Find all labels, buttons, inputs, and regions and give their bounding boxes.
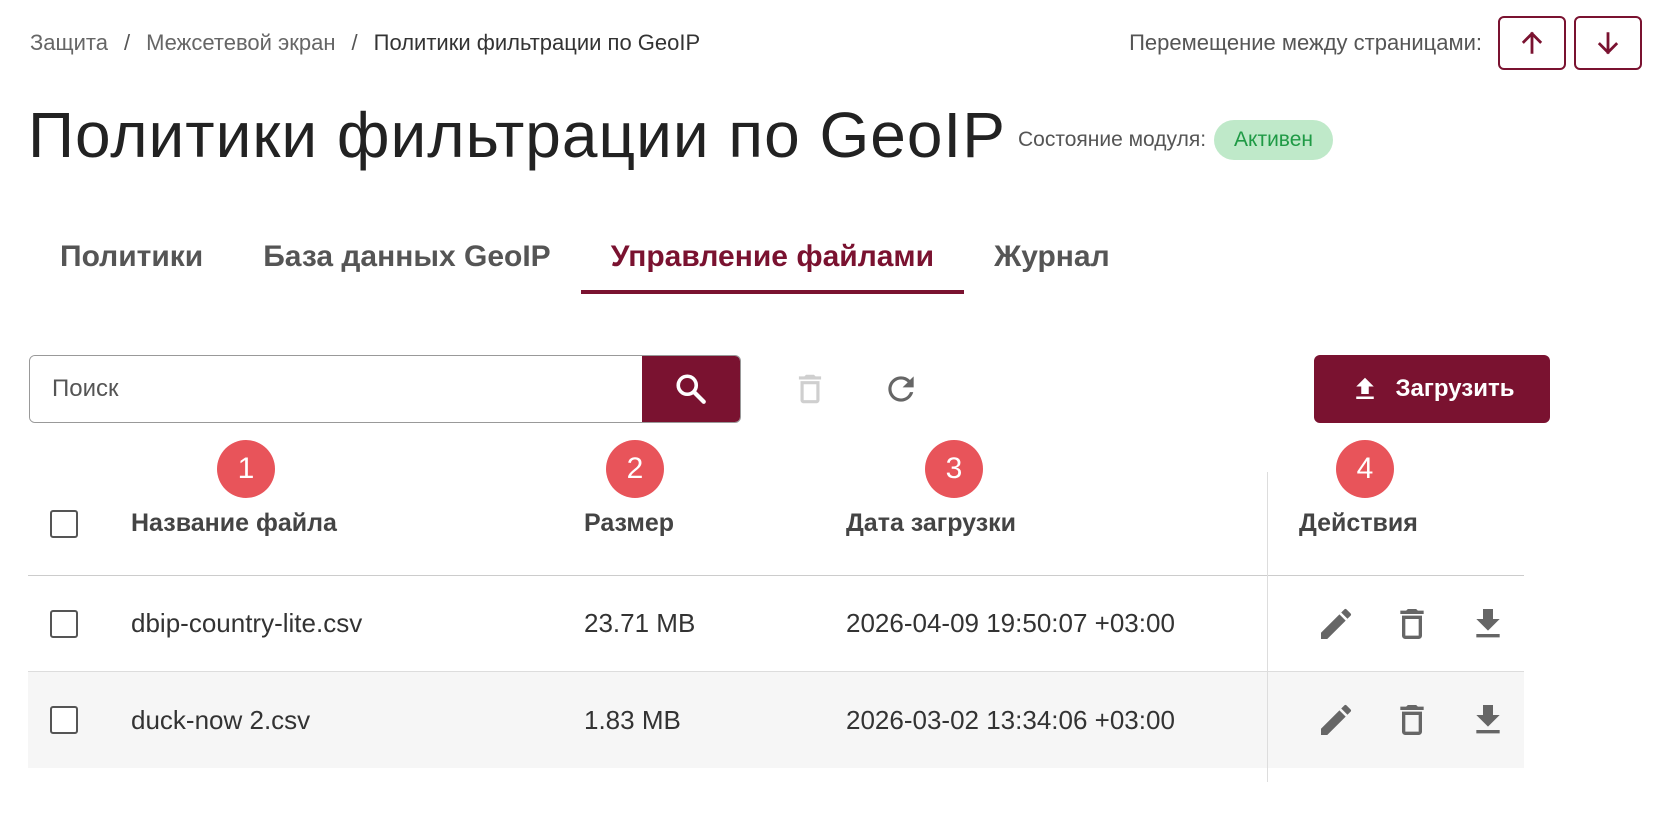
page-nav-label: Перемещение между страницами:: [1129, 30, 1482, 55]
pencil-icon: [1321, 704, 1352, 735]
trash-icon: [798, 374, 822, 404]
breadcrumb-item-firewall[interactable]: Межсетевой экран: [146, 30, 335, 56]
download-icon: [1476, 705, 1500, 734]
pencil-icon: [1321, 608, 1352, 639]
module-state: Состояние модуля: Активен: [1018, 120, 1334, 160]
breadcrumb-item-protection[interactable]: Защита: [30, 30, 108, 56]
page-down-button[interactable]: [1574, 16, 1642, 70]
row-actions: [1314, 672, 1510, 768]
row-actions: [1314, 576, 1510, 671]
file-name: duck-now 2.csv: [131, 704, 311, 735]
trash-icon: [1400, 705, 1424, 735]
tab-geoip-database[interactable]: База данных GeoIP: [233, 228, 580, 294]
column-header-size[interactable]: Размер: [584, 472, 674, 575]
refresh-icon: [888, 376, 914, 402]
upload-date: 2026-03-02 13:34:06 +03:00: [846, 704, 1175, 735]
file-size: 1.83 MB: [584, 704, 681, 735]
tabs: Политики База данных GeoIP Управление фа…: [30, 228, 1140, 294]
actions-column-divider: [1267, 472, 1268, 782]
upload-label: Загрузить: [1395, 375, 1515, 402]
file-name: dbip-country-lite.csv: [131, 608, 363, 638]
upload-button[interactable]: Загрузить: [1314, 355, 1550, 423]
tab-file-management[interactable]: Управление файлами: [580, 228, 965, 294]
arrow-up-icon: [1521, 31, 1543, 54]
row-checkbox[interactable]: [50, 706, 78, 734]
table-header-row: Название файла Размер Дата загрузки Дейс…: [28, 472, 1524, 576]
breadcrumb-separator: /: [123, 30, 131, 55]
trash-icon: [1400, 608, 1424, 639]
page-navigation: Перемещение между страницами:: [1129, 16, 1642, 70]
edit-button[interactable]: [1314, 698, 1358, 742]
search-button[interactable]: [642, 356, 740, 422]
column-header-actions: Действия: [1299, 509, 1418, 537]
breadcrumb-current: Политики фильтрации по GeoIP: [373, 30, 701, 55]
arrow-down-icon: [1597, 32, 1619, 55]
upload-date: 2026-04-09 19:50:07 +03:00: [846, 608, 1175, 638]
table-row: duck-now 2.csv 1.83 MB 2026-03-02 13:34:…: [28, 672, 1524, 768]
tab-journal[interactable]: Журнал: [964, 228, 1140, 294]
bulk-delete-button[interactable]: [789, 368, 831, 410]
select-all-checkbox[interactable]: [50, 509, 78, 538]
file-size: 23.71 MB: [584, 608, 696, 638]
search-box: [29, 355, 741, 423]
tab-policies[interactable]: Политики: [30, 228, 233, 294]
column-header-date[interactable]: Дата загрузки: [846, 472, 1016, 575]
page-title: Политики фильтрации по GeoIP: [28, 99, 1006, 171]
refresh-button[interactable]: [880, 368, 922, 410]
edit-button[interactable]: [1314, 602, 1358, 646]
files-table: Название файла Размер Дата загрузки Дейс…: [28, 472, 1524, 768]
page-up-button[interactable]: [1498, 16, 1566, 70]
search-input[interactable]: [30, 356, 642, 422]
upload-icon: [1355, 377, 1374, 399]
breadcrumb-separator: /: [351, 30, 358, 55]
delete-button[interactable]: [1390, 602, 1434, 646]
download-button[interactable]: [1466, 698, 1510, 742]
search-icon: [676, 374, 706, 404]
breadcrumb: Защита / Межсетевой экран / Политики фил…: [30, 30, 700, 56]
status-badge: Активен: [1214, 120, 1334, 160]
table-row: dbip-country-lite.csv 23.71 MB 2026-04-0…: [28, 576, 1524, 672]
delete-button[interactable]: [1390, 698, 1434, 742]
row-checkbox[interactable]: [50, 609, 78, 638]
column-header-name[interactable]: Название файла: [131, 472, 337, 575]
download-button[interactable]: [1466, 602, 1510, 646]
module-state-label: Состояние модуля:: [1018, 128, 1207, 151]
download-icon: [1476, 608, 1500, 637]
